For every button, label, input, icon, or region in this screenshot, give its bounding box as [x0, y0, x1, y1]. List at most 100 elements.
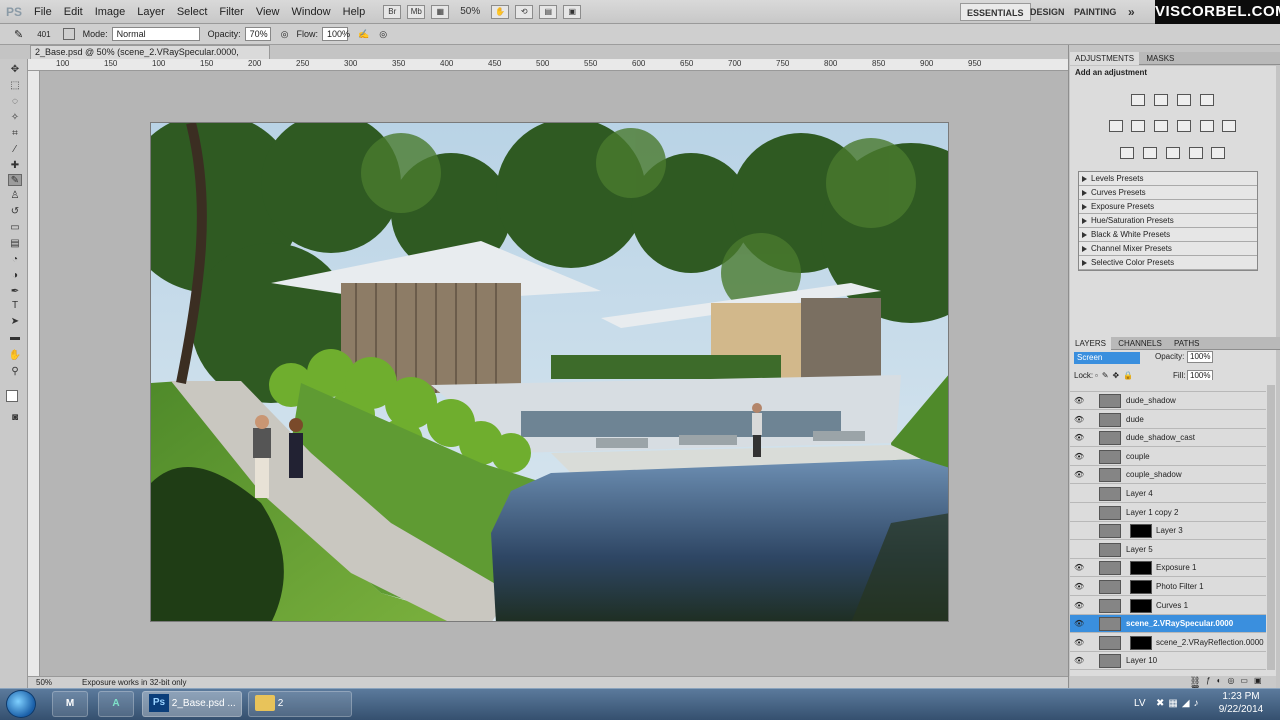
tab-masks[interactable]: MASKS: [1141, 52, 1179, 65]
layer-row[interactable]: 👁 dude_shadow_cast: [1070, 429, 1266, 448]
exposure-icon[interactable]: [1200, 94, 1214, 106]
menu-filter[interactable]: Filter: [213, 6, 249, 18]
blur-tool-icon[interactable]: ◔: [8, 254, 22, 266]
invert-icon[interactable]: [1120, 147, 1134, 159]
visibility-eye-icon[interactable]: 👁: [1074, 638, 1084, 647]
zoom-tool-icon[interactable]: ⚲: [8, 366, 22, 378]
airbrush-icon[interactable]: ✍: [358, 29, 369, 40]
photo-filter-icon[interactable]: [1200, 120, 1214, 132]
visibility-eye-icon[interactable]: 👁: [1074, 563, 1084, 572]
workspace-essentials[interactable]: ESSENTIALS: [960, 3, 1031, 21]
gradient-tool-icon[interactable]: ▤: [8, 238, 22, 250]
taskbar-app-folder[interactable]: 2: [248, 691, 352, 717]
tab-adjustments[interactable]: ADJUSTMENTS: [1070, 52, 1140, 65]
visibility-eye-icon[interactable]: 👁: [1074, 396, 1084, 405]
move-tool-icon[interactable]: ✥: [8, 64, 22, 76]
visibility-eye-icon[interactable]: [1074, 508, 1084, 517]
hand-icon[interactable]: ✋: [491, 4, 510, 19]
layer-row[interactable]: 👁 dude: [1070, 410, 1266, 429]
workspace-design[interactable]: DESIGN: [1024, 3, 1071, 21]
screen-mode-icon[interactable]: ▣: [563, 4, 582, 19]
brush-tool-icon[interactable]: ✎: [14, 28, 23, 41]
vibrance-icon[interactable]: [1109, 120, 1123, 132]
menu-layer[interactable]: Layer: [131, 6, 171, 18]
flow-input[interactable]: 100%: [321, 27, 350, 41]
menu-help[interactable]: Help: [337, 6, 372, 18]
layer-mask-thumbnail[interactable]: [1130, 524, 1152, 539]
visibility-eye-icon[interactable]: 👁: [1074, 619, 1084, 628]
foreground-color-swatch[interactable]: [6, 390, 18, 402]
taskbar-app-photoshop[interactable]: Ps 2_Base.psd ...: [142, 691, 242, 717]
layer-row[interactable]: 👁 Photo Filter 1: [1070, 578, 1266, 596]
start-button-icon[interactable]: [6, 690, 36, 718]
preset-channel-mixer[interactable]: Channel Mixer Presets: [1079, 242, 1257, 256]
layer-row[interactable]: 👁 couple: [1070, 447, 1266, 466]
hand-tool-icon[interactable]: ✋: [8, 350, 22, 362]
visibility-eye-icon[interactable]: 👁: [1074, 601, 1084, 610]
eraser-tool-icon[interactable]: ▭: [8, 222, 22, 234]
visibility-eye-icon[interactable]: [1074, 545, 1084, 554]
hue-saturation-icon[interactable]: [1131, 120, 1145, 132]
channel-mixer-icon[interactable]: [1222, 120, 1236, 132]
clone-stamp-tool-icon[interactable]: ♙: [8, 190, 22, 202]
posterize-icon[interactable]: [1143, 147, 1157, 159]
tab-channels[interactable]: CHANNELS: [1113, 337, 1167, 350]
layers-scrollbar[interactable]: [1267, 385, 1275, 670]
marquee-tool-icon[interactable]: ⬚: [8, 80, 22, 92]
visibility-eye-icon[interactable]: [1074, 489, 1084, 498]
curves-icon[interactable]: [1177, 94, 1191, 106]
menu-file[interactable]: File: [28, 6, 58, 18]
preset-hue-saturation[interactable]: Hue/Saturation Presets: [1079, 214, 1257, 228]
preset-selective-color[interactable]: Selective Color Presets: [1079, 256, 1257, 270]
color-balance-icon[interactable]: [1154, 120, 1168, 132]
menu-window[interactable]: Window: [286, 6, 337, 18]
brightness-contrast-icon[interactable]: [1131, 94, 1145, 106]
tab-paths[interactable]: PATHS: [1169, 337, 1204, 350]
brush-size[interactable]: 401: [37, 30, 50, 39]
layer-mask-thumbnail[interactable]: [1130, 635, 1152, 650]
type-tool-icon[interactable]: T: [8, 300, 22, 312]
layer-row[interactable]: Layer 4: [1070, 485, 1266, 503]
menu-edit[interactable]: Edit: [58, 6, 89, 18]
levels-icon[interactable]: [1154, 94, 1168, 106]
mode-select[interactable]: Normal: [111, 27, 200, 41]
healing-tool-icon[interactable]: ✚: [8, 160, 22, 172]
extras-icon[interactable]: ▦: [431, 4, 450, 19]
tab-layers[interactable]: LAYERS: [1070, 337, 1111, 350]
zoom-level-dropdown[interactable]: 50%: [460, 6, 480, 17]
eyedropper-tool-icon[interactable]: ⁄: [8, 144, 22, 156]
layer-row-partial[interactable]: [1070, 380, 1266, 392]
visibility-eye-icon[interactable]: 👁: [1074, 470, 1084, 479]
lasso-tool-icon[interactable]: ◌: [8, 96, 22, 108]
visibility-eye-icon[interactable]: 👁: [1074, 656, 1084, 665]
selective-color-icon[interactable]: [1211, 147, 1225, 159]
visibility-eye-icon[interactable]: 👁: [1074, 582, 1084, 591]
rotate-view-icon[interactable]: ⟲: [515, 4, 534, 19]
menu-image[interactable]: Image: [89, 6, 132, 18]
preset-curves[interactable]: Curves Presets: [1079, 186, 1257, 200]
layer-mask-thumbnail[interactable]: [1130, 580, 1152, 594]
status-zoom[interactable]: 50%: [36, 677, 52, 688]
arrange-documents-icon[interactable]: ▤: [539, 4, 558, 19]
layer-row[interactable]: Layer 1 copy 2: [1070, 503, 1266, 522]
layer-row[interactable]: 👁 Curves 1: [1070, 596, 1266, 615]
brush-tool-active-icon[interactable]: ✎: [8, 174, 22, 186]
layer-row[interactable]: Layer 5: [1070, 540, 1266, 559]
workspace-more[interactable]: »: [1122, 3, 1141, 21]
pressure-opacity-icon[interactable]: ◎: [281, 29, 289, 40]
history-brush-tool-icon[interactable]: ↺: [8, 206, 22, 218]
pen-tool-icon[interactable]: ✒: [8, 286, 22, 298]
workspace-painting[interactable]: PAINTING: [1068, 3, 1122, 21]
taskbar-app-autodesk[interactable]: A: [98, 691, 134, 717]
crop-tool-icon[interactable]: ⌗: [8, 128, 22, 140]
layer-row[interactable]: 👁 couple_shadow: [1070, 466, 1266, 485]
document-tab[interactable]: 2_Base.psd @ 50% (scene_2.VRaySpecular.0…: [30, 45, 270, 70]
black-white-icon[interactable]: [1177, 120, 1191, 132]
layer-opacity-input[interactable]: 100%: [1187, 351, 1213, 363]
lock-icons[interactable]: ▫✎✥🔒: [1095, 371, 1137, 380]
menu-select[interactable]: Select: [171, 6, 214, 18]
minibridge-icon[interactable]: Mb: [407, 4, 426, 19]
layer-row[interactable]: 👁 scene_2.VRayReflection.0000: [1070, 633, 1266, 652]
tray-icons[interactable]: ✖▦◢♪: [1156, 698, 1203, 709]
layer-row[interactable]: 👁 Exposure 1: [1070, 559, 1266, 578]
